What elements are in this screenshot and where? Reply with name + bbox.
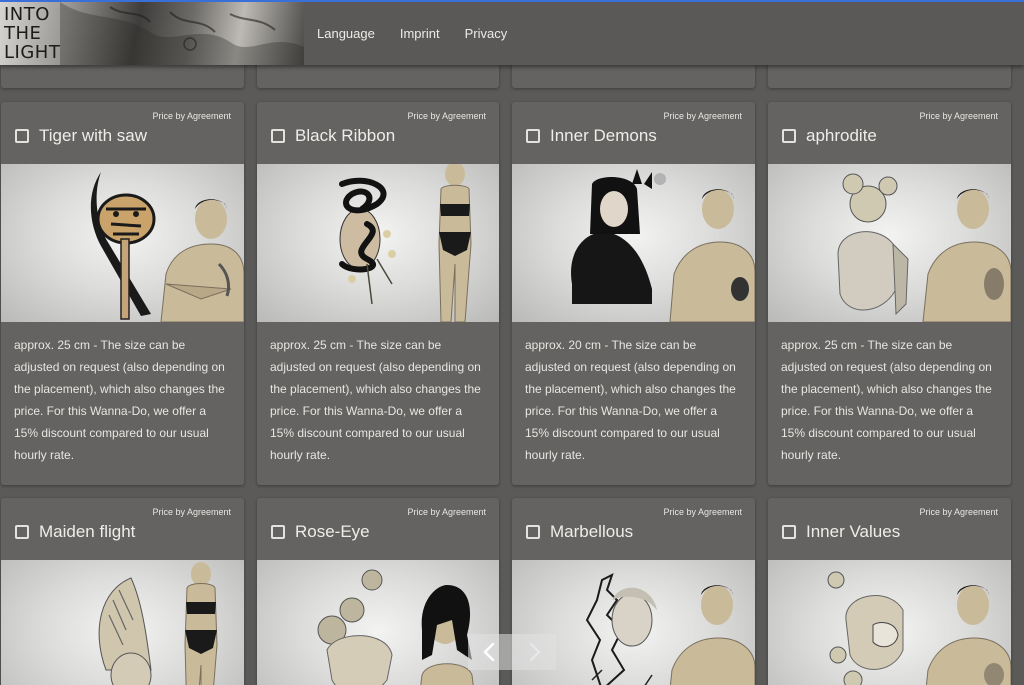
card-title: Tiger with saw <box>39 126 148 145</box>
carousel-controls <box>468 634 556 670</box>
wanna-do-card[interactable]: Price by Agreement Rose-Eye <box>257 498 499 685</box>
select-checkbox[interactable] <box>526 525 540 539</box>
site-logo[interactable]: INTO THE LIGHT <box>0 2 304 65</box>
select-checkbox[interactable] <box>271 129 285 143</box>
card-description: approx. 25 cm - The size can be adjusted… <box>14 338 225 462</box>
select-checkbox[interactable] <box>782 129 796 143</box>
tattoo-preview-image <box>257 560 499 685</box>
price-label: Price by Agreement <box>919 111 998 121</box>
chevron-right-icon <box>530 643 541 661</box>
price-label: Price by Agreement <box>663 507 742 517</box>
card-title: Rose-Eye <box>295 522 370 541</box>
wanna-do-card[interactable]: Price by Agreement aphrodite approx. 25 … <box>768 102 1011 485</box>
chevron-left-icon <box>483 643 495 661</box>
card-title: aphrodite <box>806 126 877 145</box>
price-label: Price by Agreement <box>919 507 998 517</box>
nav-privacy[interactable]: Privacy <box>465 26 508 41</box>
select-checkbox[interactable] <box>15 129 29 143</box>
main-nav: Language Imprint Privacy <box>317 26 507 41</box>
card-description: approx. 20 cm - The size can be adjusted… <box>525 338 736 462</box>
select-checkbox[interactable] <box>271 525 285 539</box>
select-checkbox[interactable] <box>15 525 29 539</box>
wanna-do-card[interactable]: Price by Agreement Inner Values <box>768 498 1011 685</box>
site-header: INTO THE LIGHT Language Imprint Privacy <box>0 2 1024 65</box>
tattoo-preview-image <box>768 560 1011 685</box>
price-label: Price by Agreement <box>663 111 742 121</box>
tattoo-preview-image <box>1 164 244 322</box>
wanna-do-card[interactable]: Price by Agreement Tiger with saw approx… <box>1 102 244 485</box>
select-checkbox[interactable] <box>782 525 796 539</box>
card-title: Marbellous <box>550 522 634 541</box>
tattoo-preview-image <box>512 164 755 322</box>
wanna-do-grid: Price by Agreement Tiger with saw approx… <box>0 0 1024 685</box>
price-label: Price by Agreement <box>152 111 231 121</box>
select-checkbox[interactable] <box>526 129 540 143</box>
tattoo-preview-image <box>768 164 1011 322</box>
card-title: Maiden flight <box>39 522 136 541</box>
card-title: Inner Values <box>806 522 901 541</box>
price-label: Price by Agreement <box>407 507 486 517</box>
price-label: Price by Agreement <box>152 507 231 517</box>
wanna-do-card[interactable]: Price by Agreement Inner Demons approx. … <box>512 102 755 485</box>
window-top-border <box>0 0 1024 2</box>
nav-language[interactable]: Language <box>317 26 375 41</box>
logo-wordmark: INTO THE LIGHT <box>4 4 61 63</box>
price-label: Price by Agreement <box>407 111 486 121</box>
card-title: Black Ribbon <box>295 126 396 145</box>
card-title: Inner Demons <box>550 126 657 145</box>
tattoo-preview-image <box>1 560 244 685</box>
nav-imprint[interactable]: Imprint <box>400 26 440 41</box>
wanna-do-card[interactable]: Price by Agreement Black Ribbon approx. … <box>257 102 499 485</box>
carousel-prev-button[interactable] <box>468 634 512 670</box>
card-description: approx. 25 cm - The size can be adjusted… <box>270 338 481 462</box>
tattoo-preview-image <box>257 164 499 322</box>
carousel-next-button[interactable] <box>512 634 556 670</box>
wanna-do-card[interactable]: Price by Agreement Maiden flight <box>1 498 244 685</box>
card-description: approx. 25 cm - The size can be adjusted… <box>781 338 992 462</box>
